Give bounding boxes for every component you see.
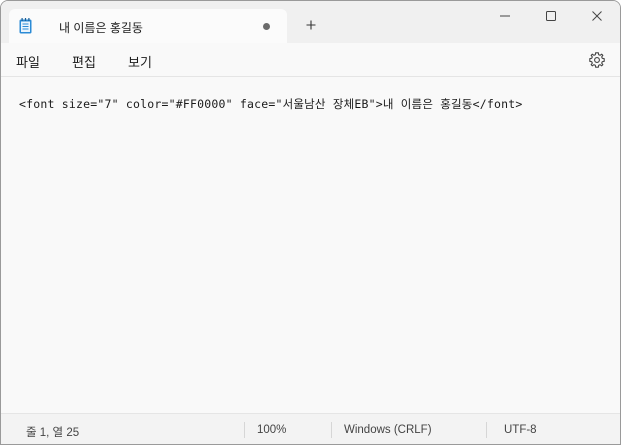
menu-edit[interactable]: 편집 bbox=[72, 52, 96, 71]
settings-button[interactable] bbox=[588, 51, 606, 69]
text-editor[interactable]: <font size="7" color="#FF0000" face="서울남… bbox=[1, 77, 620, 413]
tab-title: 내 이름은 홍길동 bbox=[59, 21, 143, 35]
close-icon bbox=[592, 11, 602, 21]
status-divider bbox=[244, 422, 245, 438]
maximize-button[interactable] bbox=[528, 1, 574, 31]
close-button[interactable] bbox=[574, 1, 620, 31]
encoding[interactable]: UTF-8 bbox=[504, 424, 537, 436]
maximize-icon bbox=[546, 11, 556, 21]
notepad-window: 내 이름은 홍길동 파일 편집 보기 <font size="7" color=… bbox=[0, 0, 621, 445]
zoom-level[interactable]: 100% bbox=[257, 424, 286, 436]
plus-icon bbox=[306, 20, 316, 30]
minimize-icon bbox=[500, 15, 510, 17]
menu-file[interactable]: 파일 bbox=[16, 52, 40, 71]
cursor-position: 줄 1, 열 25 bbox=[26, 427, 80, 439]
document-tab[interactable]: 내 이름은 홍길동 bbox=[9, 9, 287, 43]
status-divider bbox=[331, 422, 332, 438]
status-bar: 줄 1, 열 25 100% Windows (CRLF) UTF-8 bbox=[1, 413, 620, 444]
unsaved-indicator-icon[interactable] bbox=[263, 23, 270, 30]
gear-icon bbox=[589, 52, 605, 68]
new-tab-button[interactable] bbox=[299, 13, 323, 37]
title-bar[interactable]: 내 이름은 홍길동 bbox=[1, 1, 620, 43]
notepad-icon bbox=[19, 18, 32, 34]
minimize-button[interactable] bbox=[482, 1, 528, 31]
menu-view[interactable]: 보기 bbox=[128, 52, 152, 71]
line-ending[interactable]: Windows (CRLF) bbox=[344, 424, 432, 436]
menu-bar: 파일 편집 보기 bbox=[1, 43, 620, 77]
status-divider bbox=[486, 422, 487, 438]
editor-text[interactable]: <font size="7" color="#FF0000" face="서울남… bbox=[19, 96, 522, 112]
